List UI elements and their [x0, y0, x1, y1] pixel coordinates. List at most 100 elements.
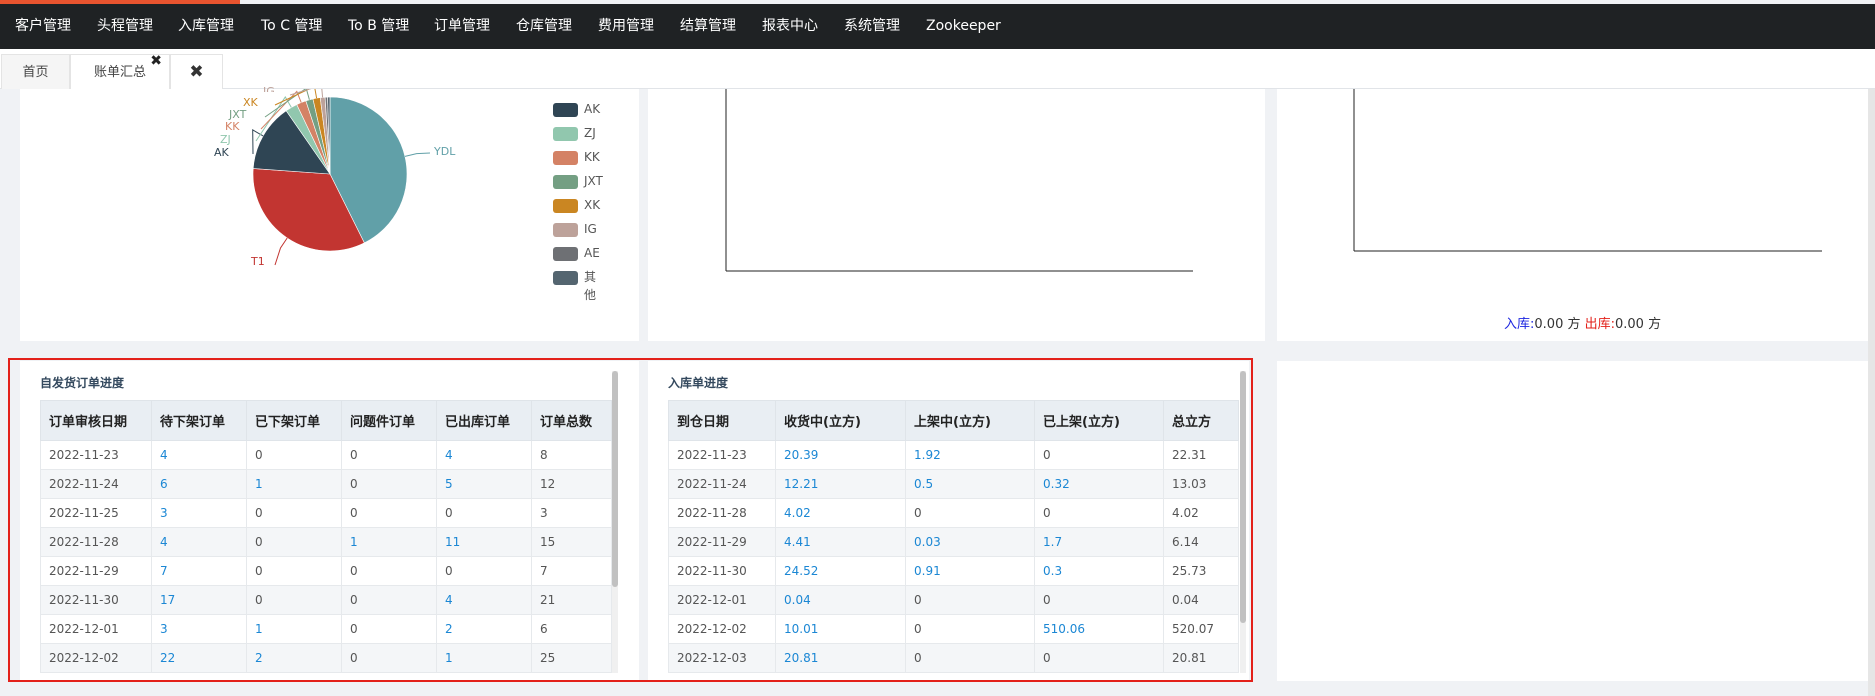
- table1-scroll-thumb[interactable]: [612, 371, 618, 587]
- inbound-progress-table: 到仓日期 收货中(立方) 上架中(立方) 已上架(立方) 总立方 2022-11-23 2…: [668, 400, 1239, 673]
- table-cell-link[interactable]: 0.91: [905, 556, 1035, 586]
- table-cell-link[interactable]: 0.04: [775, 585, 906, 615]
- table-cell-link[interactable]: 4: [436, 440, 532, 470]
- close-icon: ✖: [189, 62, 204, 82]
- table-cell: 0: [905, 585, 1035, 615]
- table-cell: 0: [341, 498, 437, 528]
- table-cell: 25.73: [1163, 556, 1239, 586]
- tab-bill-summary[interactable]: 账单汇总 ✖: [70, 53, 170, 89]
- table-cell-link[interactable]: 1: [246, 469, 342, 499]
- close-icon[interactable]: ✖: [150, 44, 162, 79]
- table-cell: 2022-11-30: [668, 556, 776, 586]
- menu-item-to-b[interactable]: To B 管理: [348, 4, 409, 49]
- table-cell-link[interactable]: 0.03: [905, 527, 1035, 557]
- menu-item-system[interactable]: 系统管理: [844, 4, 900, 49]
- pie-label-zj: ZJ: [220, 133, 231, 146]
- table-cell-link[interactable]: 1: [246, 614, 342, 644]
- table-cell: 2022-12-02: [40, 643, 152, 673]
- tab-home[interactable]: 首页: [1, 54, 70, 89]
- table-cell-link[interactable]: 1.7: [1034, 527, 1164, 557]
- column-header: 待下架订单: [151, 400, 247, 441]
- table-cell-link[interactable]: 0.32: [1034, 469, 1164, 499]
- table-cell: 0: [1034, 585, 1164, 615]
- column-header: 问题件订单: [341, 400, 437, 441]
- table-cell: 13.03: [1163, 469, 1239, 499]
- table-cell: 2022-12-02: [668, 614, 776, 644]
- pie-leader-line: [274, 237, 288, 266]
- table-cell: 2022-11-23: [668, 440, 776, 470]
- table-cell-link[interactable]: 4: [151, 440, 247, 470]
- table-cell-link[interactable]: 3: [151, 614, 247, 644]
- table-cell: 0: [905, 614, 1035, 644]
- table2-scroll-thumb[interactable]: [1240, 371, 1246, 623]
- menu-item-reports[interactable]: 报表中心: [762, 4, 818, 49]
- table-cell: 0: [246, 440, 342, 470]
- table-cell: 2022-11-24: [40, 469, 152, 499]
- table-row: 2022-11-23 4 0 0 4 8: [40, 440, 612, 470]
- table-cell: 2022-12-01: [668, 585, 776, 615]
- table-cell-link[interactable]: 20.81: [775, 643, 906, 673]
- page-scrollbar[interactable]: [1868, 89, 1875, 696]
- menu-item-first-leg[interactable]: 头程管理: [97, 4, 153, 49]
- table-cell-link[interactable]: 4.41: [775, 527, 906, 557]
- menu-item-warehouse[interactable]: 仓库管理: [516, 4, 572, 49]
- table-cell-link[interactable]: 2: [436, 614, 532, 644]
- table-cell-link[interactable]: 6: [151, 469, 247, 499]
- pie-label-ak: AK: [214, 146, 229, 159]
- table-cell-link[interactable]: 1: [436, 643, 532, 673]
- pie-label-ig: IG: [263, 86, 275, 92]
- table-cell-link[interactable]: 11: [436, 527, 532, 557]
- outbound-volume-label: 出库:: [1584, 317, 1615, 332]
- table-row: 2022-11-28 4.02 0 0 4.02: [668, 498, 1239, 528]
- table-cell: 2022-11-29: [668, 527, 776, 557]
- empty-line-chart-axes: [725, 89, 1193, 272]
- table-cell: 2022-12-01: [40, 614, 152, 644]
- table-cell: 0: [1034, 498, 1164, 528]
- table-cell: 0: [1034, 643, 1164, 673]
- menu-item-to-c[interactable]: To C 管理: [261, 4, 322, 49]
- table-cell-link[interactable]: 3: [151, 498, 247, 528]
- empty-panel: [1277, 361, 1868, 681]
- table-cell-link[interactable]: 4.02: [775, 498, 906, 528]
- menu-item-fees[interactable]: 费用管理: [598, 4, 654, 49]
- table2-scrollbar[interactable]: [1240, 371, 1246, 673]
- table1-scrollbar[interactable]: [612, 371, 618, 673]
- table-row: 2022-11-29 4.41 0.03 1.7 6.14: [668, 527, 1239, 557]
- table-row: 2022-11-29 7 0 0 0 7: [40, 556, 612, 586]
- table-cell-link[interactable]: 4: [151, 527, 247, 557]
- table-cell-link[interactable]: 20.39: [775, 440, 906, 470]
- table-cell: 0: [436, 498, 532, 528]
- table-row: 2022-12-01 0.04 0 0 0.04: [668, 585, 1239, 615]
- table-row: 2022-11-30 24.52 0.91 0.3 25.73: [668, 556, 1239, 586]
- menu-item-inbound[interactable]: 入库管理: [178, 4, 234, 49]
- table-cell: 2022-11-28: [40, 527, 152, 557]
- table-cell-link[interactable]: 7: [151, 556, 247, 586]
- table-cell-link[interactable]: 2: [246, 643, 342, 673]
- table-cell-link[interactable]: 1.92: [905, 440, 1035, 470]
- column-header: 订单审核日期: [40, 400, 152, 441]
- menu-item-customer[interactable]: 客户管理: [15, 4, 71, 49]
- column-header: 已出库订单: [436, 400, 532, 441]
- table-cell: 0: [246, 585, 342, 615]
- table-cell: 3: [531, 498, 612, 528]
- table-row: 2022-12-02 22 2 0 1 25: [40, 643, 612, 673]
- table-cell-link[interactable]: 510.06: [1034, 614, 1164, 644]
- table-cell-link[interactable]: 12.21: [775, 469, 906, 499]
- table-row: 2022-11-30 17 0 0 4 21: [40, 585, 612, 615]
- table-cell-link[interactable]: 10.01: [775, 614, 906, 644]
- table-cell: 8: [531, 440, 612, 470]
- table-cell: 0: [905, 643, 1035, 673]
- menu-item-zookeeper[interactable]: Zookeeper: [926, 4, 1001, 49]
- table-cell-link[interactable]: 24.52: [775, 556, 906, 586]
- table-cell-link[interactable]: 4: [436, 585, 532, 615]
- table-cell-link[interactable]: 1: [341, 527, 437, 557]
- table-cell-link[interactable]: 17: [151, 585, 247, 615]
- table-cell-link[interactable]: 22: [151, 643, 247, 673]
- close-all-tabs-button[interactable]: ✖: [170, 54, 223, 89]
- menu-item-orders[interactable]: 订单管理: [434, 4, 490, 49]
- pie-leader-line: [404, 152, 431, 157]
- table-cell-link[interactable]: 0.3: [1034, 556, 1164, 586]
- table-cell-link[interactable]: 5: [436, 469, 532, 499]
- table-cell-link[interactable]: 0.5: [905, 469, 1035, 499]
- menu-item-settlement[interactable]: 结算管理: [680, 4, 736, 49]
